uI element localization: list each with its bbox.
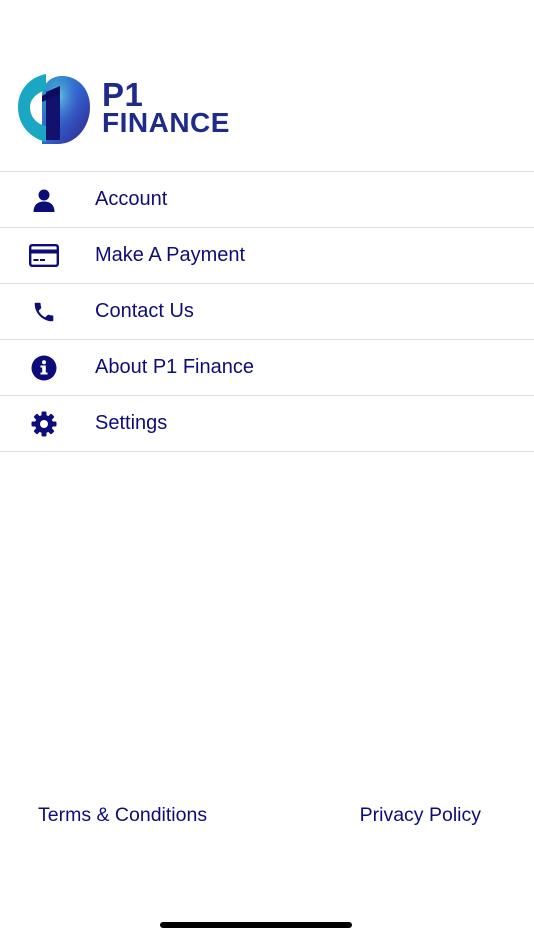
home-indicator[interactable] <box>160 922 352 928</box>
logo-wordmark: P1 FINANCE <box>102 76 230 139</box>
menu-item-label: Account <box>95 188 168 210</box>
logo-line1: P1 <box>102 76 144 113</box>
menu-item-label: Make A Payment <box>95 244 246 266</box>
menu-item-label: Settings <box>95 412 168 434</box>
gear-icon <box>0 396 88 451</box>
menu-item-make-a-payment[interactable]: Make A Payment <box>0 228 534 284</box>
menu-item-settings[interactable]: Settings <box>0 396 534 452</box>
menu-item-label: Contact Us <box>95 300 194 322</box>
menu-item-contact-us[interactable]: Contact Us <box>0 284 534 340</box>
logo-line2: FINANCE <box>102 107 230 139</box>
p1-logo-mark-icon <box>18 74 90 144</box>
user-icon <box>0 172 88 227</box>
terms-conditions-link[interactable]: Terms & Conditions <box>38 804 207 827</box>
info-icon <box>0 340 88 395</box>
menu-item-account[interactable]: Account <box>0 172 534 228</box>
phone-icon <box>0 284 88 339</box>
credit-card-icon <box>0 228 88 283</box>
menu-item-label: About P1 Finance <box>95 356 254 378</box>
main-menu: Account Make A Payment Contact Us About … <box>0 171 534 452</box>
p1-finance-logo: P1 FINANCE <box>16 70 266 146</box>
menu-item-about[interactable]: About P1 Finance <box>0 340 534 396</box>
privacy-policy-link[interactable]: Privacy Policy <box>360 804 481 827</box>
